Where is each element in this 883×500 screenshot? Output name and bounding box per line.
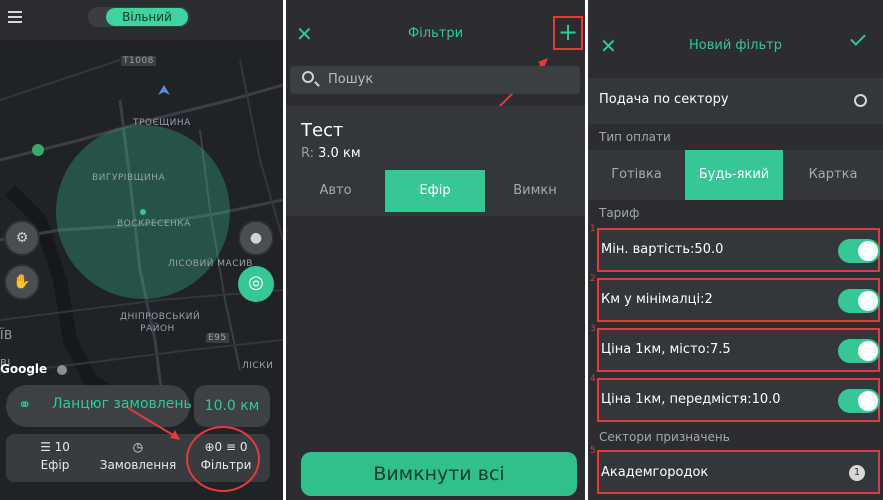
annotation-number: 4 (590, 374, 596, 384)
park-marker (32, 144, 44, 156)
section-title: Сектори призначень (599, 430, 730, 444)
air-count: 10 (54, 440, 70, 454)
highlight-circle (186, 426, 260, 492)
page-title: Фільтри (407, 26, 464, 41)
new-filter-screen: ✕ Новий фільтр Подача по сектору Тип опл… (588, 0, 883, 500)
driver-dot (140, 209, 146, 215)
tariff-toggle[interactable] (838, 339, 880, 363)
tariff-name: Мін. вартість: (601, 242, 695, 257)
radius-value: 10.0 (204, 398, 236, 414)
disable-all-button[interactable]: Вимкнути всі (301, 452, 577, 496)
mode-air-button[interactable]: Ефір (385, 170, 485, 212)
search-bar[interactable]: Пошук (290, 66, 580, 94)
radius-km-button[interactable]: 10.0 км (194, 385, 270, 427)
tariff-value: 50.0 (694, 242, 724, 257)
tariff-min-price-row[interactable]: Мін. вартість:50.0 (597, 228, 880, 272)
tariff-toggle[interactable] (838, 389, 880, 413)
poi-marker (57, 365, 67, 375)
tariff-city-price-row[interactable]: Ціна 1км, місто:7.5 (597, 328, 880, 372)
google-logo: Google (0, 362, 48, 376)
payment-card-button[interactable]: Картка (783, 150, 883, 200)
sector-delivery-label: Подача по сектору (599, 92, 729, 107)
order-chain-label: Ланцюг замовлень (52, 396, 192, 412)
tariff-suburb-price-row[interactable]: Ціна 1км, передмістя:10.0 (597, 378, 880, 422)
map-label: ДНІПРОВСЬКИЙ РАЙОН (120, 312, 201, 334)
map-label: ЛІСОВИЙ МАСИВ (168, 259, 253, 269)
history-icon: ◷ (132, 440, 144, 454)
list-icon: ☰ (40, 440, 51, 454)
tariff-value: 10.0 (751, 392, 781, 407)
section-title: Тариф (599, 206, 640, 220)
nav-label: Ефір (40, 458, 70, 472)
destination-sector-row[interactable]: Академгородок 1 (597, 450, 880, 494)
status-label[interactable]: Вільний (106, 8, 188, 26)
destination-count-badge: 1 (849, 465, 865, 481)
map-screen: Вільний T1008 ТРОЄЩИНА ВИГУРІВЩИНА ВОСКР… (0, 0, 283, 500)
tariff-name: Км у мінімалці: (601, 292, 705, 307)
order-chain-button[interactable]: ⚭ Ланцюг замовлень (6, 385, 192, 427)
tariff-value: 7.5 (709, 342, 731, 357)
status-toggle[interactable]: Вільний (88, 7, 190, 27)
add-filter-button[interactable]: + (553, 16, 583, 50)
payment-any-button[interactable]: Будь-який (685, 150, 783, 200)
tariff-label: Км у мінімалці:2 (601, 292, 713, 307)
tariff-label: Ціна 1км, місто:7.5 (601, 342, 731, 357)
tariff-label: Ціна 1км, передмістя:10.0 (601, 392, 781, 407)
mode-off-button[interactable]: Вимкн (485, 170, 585, 212)
car-icon[interactable]: ⚙ (4, 220, 40, 256)
mode-auto-button[interactable]: Авто (286, 170, 385, 212)
annotation-number: 1 (590, 224, 596, 234)
payment-cash-button[interactable]: Готівка (588, 150, 685, 200)
search-icon (302, 71, 314, 83)
annotation-number: 5 (590, 446, 596, 456)
radius-unit: км (240, 398, 260, 414)
header: ✕ Фільтри + (286, 0, 585, 64)
tariff-toggle[interactable] (838, 289, 880, 313)
map-label: ТРОЄЩИНА (133, 118, 191, 128)
page-title: Новий фільтр (689, 38, 782, 53)
map-label: E95 (206, 333, 229, 343)
filters-screen: ✕ Фільтри + Пошук Тест R: 3.0 км Авто Еф… (286, 0, 585, 500)
my-location-button[interactable]: ◎ (238, 266, 274, 302)
annotation-number: 3 (590, 324, 596, 334)
nav-item-orders[interactable]: ◷ Замовлення (96, 440, 180, 472)
tariff-value: 2 (704, 292, 713, 307)
map-label: ВИГУРІВЩИНА (92, 173, 166, 183)
destination-label: Академгородок (601, 465, 709, 480)
map-label: T1008 (121, 56, 156, 66)
tariff-name: Ціна 1км, місто: (601, 342, 710, 357)
nav-label: Замовлення (99, 458, 177, 472)
menu-icon[interactable] (8, 11, 22, 23)
filter-radius: R: 3.0 км (301, 146, 361, 161)
sector-delivery-radio[interactable] (854, 94, 867, 107)
sector-delivery-row[interactable]: Подача по сектору (588, 78, 883, 124)
tariff-label: Мін. вартість:50.0 (601, 242, 723, 257)
hand-icon[interactable]: ✋ (4, 264, 40, 300)
map-label: ЛІСКИ (242, 361, 274, 371)
filter-card[interactable]: Тест R: 3.0 км Авто Ефір Вимкн (286, 106, 585, 216)
link-icon: ⚭ (18, 395, 32, 414)
annotation-number: 2 (590, 274, 596, 284)
radius-prefix: R: (301, 146, 315, 161)
header: ✕ Новий фільтр (588, 0, 883, 74)
section-title: Тип оплати (599, 130, 671, 144)
tariff-toggle[interactable] (838, 239, 880, 263)
tariff-name: Ціна 1км, передмістя: (601, 392, 752, 407)
payment-type-selector: Готівка Будь-який Картка (588, 150, 883, 200)
tariff-min-km-row[interactable]: Км у мінімалці:2 (597, 278, 880, 322)
traffic-light-icon[interactable]: ● (238, 220, 274, 256)
nav-item-air[interactable]: ☰ 10 Ефір (28, 440, 82, 472)
map-label: ЇВ (0, 328, 13, 342)
search-input[interactable]: Пошук (328, 72, 373, 87)
radius-value: 3.0 км (318, 146, 361, 161)
top-bar: Вільний (0, 0, 283, 40)
map-label: ВОСКРЕСЕНКА (117, 219, 191, 229)
filter-name: Тест (301, 120, 344, 141)
